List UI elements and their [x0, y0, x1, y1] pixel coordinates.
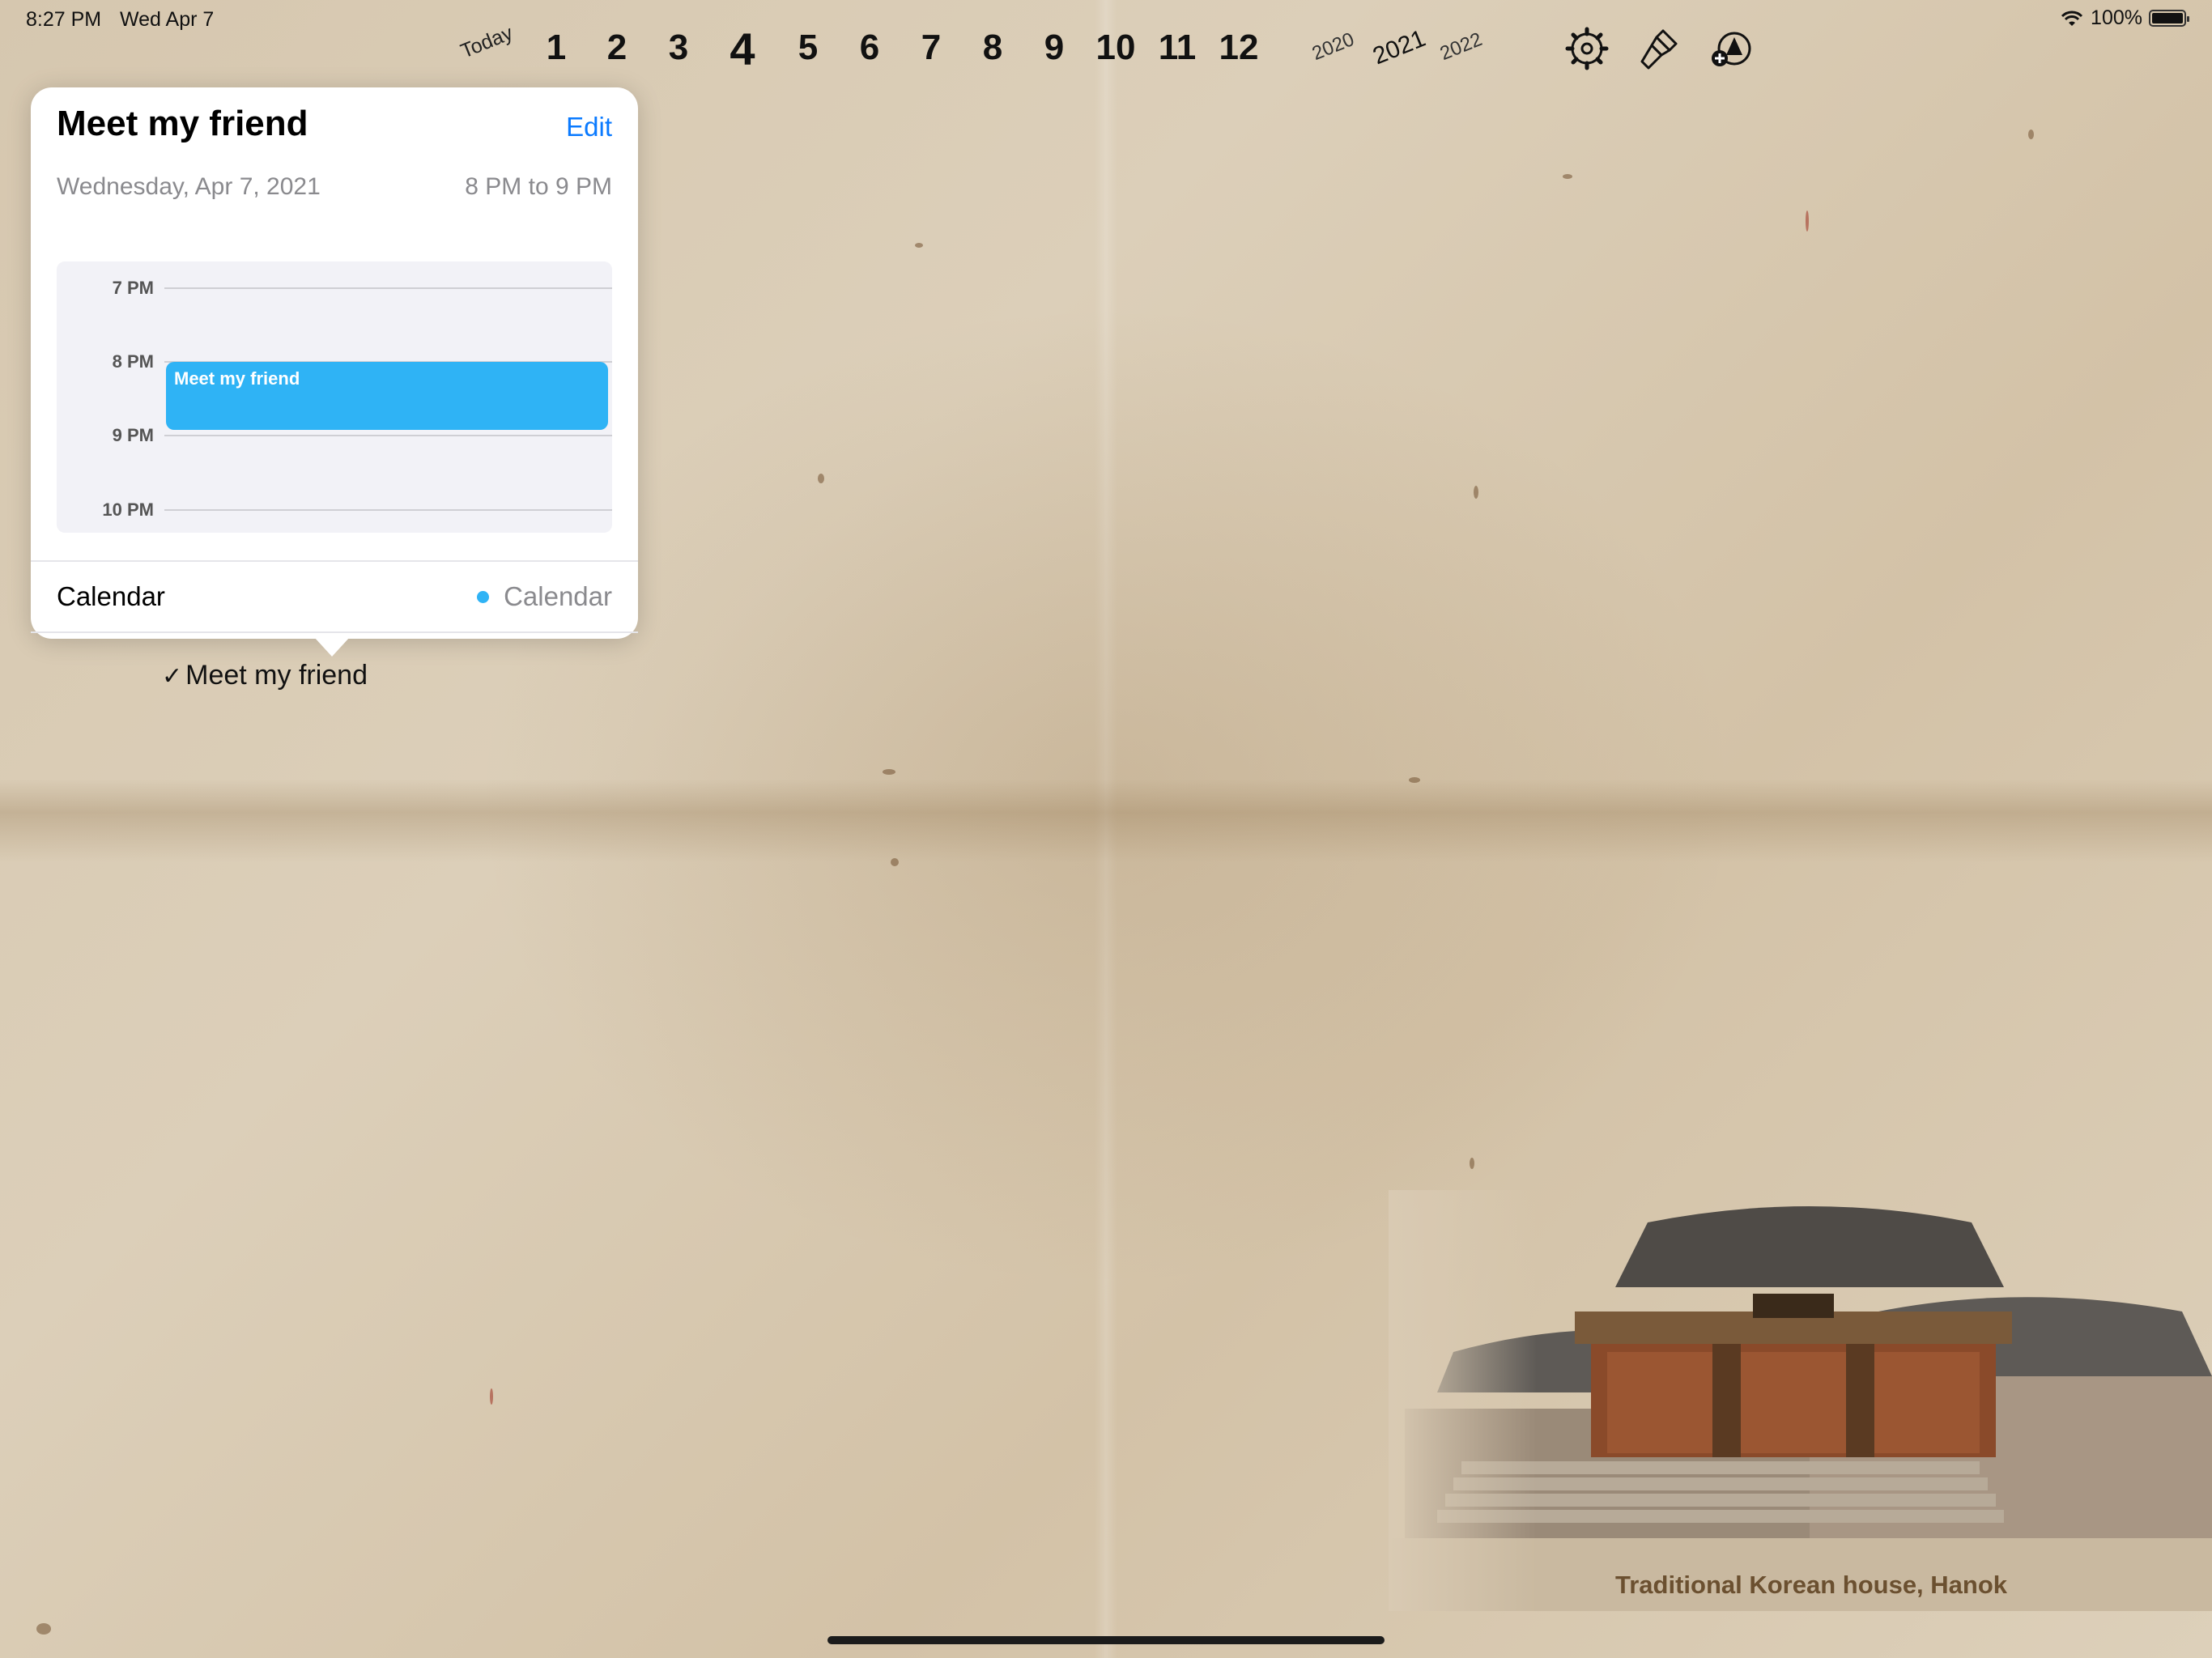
calendar-name: Calendar — [504, 581, 612, 611]
hour-line — [164, 509, 612, 511]
event-entry-title: Meet my friend — [185, 660, 368, 691]
month-1[interactable]: 1 — [532, 28, 581, 68]
status-indicators: 100% — [2060, 6, 2189, 30]
calendar-color-dot — [477, 590, 490, 603]
battery-icon — [2149, 10, 2189, 27]
event-date: Wednesday, Apr 7, 2021 — [57, 173, 321, 200]
hour-label: 9 PM — [112, 425, 154, 445]
preview-event-label: Meet my friend — [174, 368, 300, 389]
divider — [31, 560, 638, 562]
paper-speck — [1563, 174, 1572, 179]
home-indicator[interactable] — [827, 1636, 1385, 1644]
calendar-row-label: Calendar — [57, 581, 165, 611]
preview-event-block[interactable]: Meet my friend — [166, 362, 608, 430]
add-shapes-icon[interactable] — [1708, 26, 1754, 71]
paper-speck — [891, 858, 899, 866]
day-preview: 7 PM 8 PM 9 PM 10 PM Meet my friend — [57, 261, 612, 533]
battery-percent: 100% — [2091, 6, 2142, 29]
paper-speck — [1474, 486, 1478, 499]
paper-speck — [1470, 1158, 1474, 1169]
paper-speck — [883, 769, 895, 775]
paper-speck — [490, 1388, 493, 1405]
event-time-range: 8 PM to 9 PM — [465, 173, 612, 200]
event-popover: Meet my friend Edit Wednesday, Apr 7, 20… — [31, 87, 638, 639]
hour-line — [164, 435, 612, 436]
month-12[interactable]: 12 — [1214, 28, 1263, 68]
paper-speck — [2028, 130, 2034, 139]
month-3[interactable]: 3 — [654, 28, 703, 68]
month-11[interactable]: 11 — [1153, 28, 1202, 68]
calendar-row-value[interactable]: Calendar — [477, 581, 612, 612]
divider — [31, 631, 638, 633]
month-9[interactable]: 9 — [1030, 28, 1078, 68]
month-6[interactable]: 6 — [845, 28, 894, 68]
hour-label: 10 PM — [102, 500, 154, 520]
wifi-icon — [2061, 11, 2083, 26]
illustration-caption: Traditional Korean house, Hanok — [1615, 1571, 2008, 1599]
status-time: 8:27 PM — [26, 8, 102, 31]
paper-speck — [915, 243, 923, 248]
hour-label: 7 PM — [112, 278, 154, 298]
paint-brush-icon[interactable] — [1637, 26, 1682, 71]
month-10[interactable]: 10 — [1091, 28, 1140, 68]
checkmark-icon: ✓ — [162, 663, 183, 690]
event-title: Meet my friend — [57, 104, 308, 143]
status-date: Wed Apr 7 — [120, 8, 215, 31]
month-4[interactable]: 4 — [718, 23, 767, 75]
paper-speck — [1806, 210, 1809, 232]
edit-button[interactable]: Edit — [566, 112, 612, 142]
month-5[interactable]: 5 — [784, 28, 832, 68]
hour-line — [164, 287, 612, 289]
hour-label: 8 PM — [112, 351, 154, 372]
settings-icon[interactable] — [1564, 26, 1610, 71]
month-2[interactable]: 2 — [593, 28, 641, 68]
popover-arrow — [314, 637, 350, 657]
paper-speck — [1409, 777, 1420, 783]
hanok-illustration — [1389, 1190, 2212, 1611]
paper-speck — [818, 474, 824, 483]
paper-speck — [36, 1623, 51, 1635]
event-entry[interactable]: ✓ Meet my friend — [162, 660, 368, 691]
month-7[interactable]: 7 — [907, 28, 955, 68]
month-8[interactable]: 8 — [968, 28, 1017, 68]
